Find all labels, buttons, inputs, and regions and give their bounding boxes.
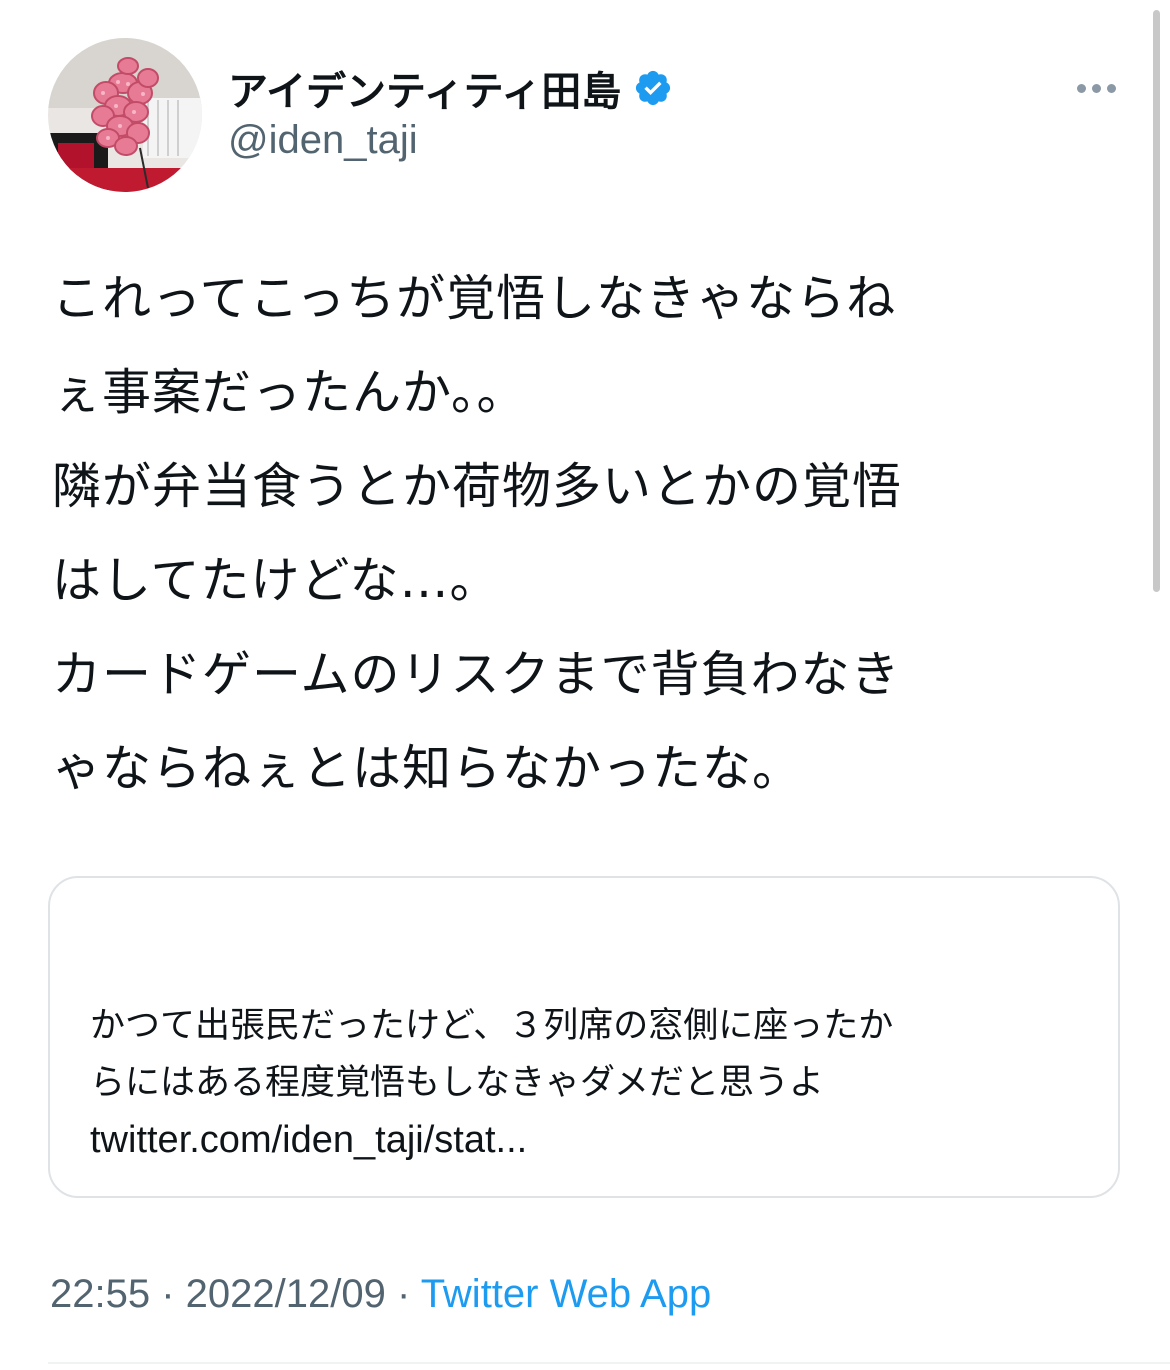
quoted-text-line: かつて出張民だったけど、３列席の窓側に座ったか [90, 1006, 894, 1046]
quoted-tweet-link[interactable]: twitter.com/iden_taji/stat... [90, 1112, 1090, 1169]
tweet-metadata: 22:55 · 2022/12/09 · Twitter Web App [50, 1272, 711, 1317]
verified-badge-icon [636, 70, 671, 106]
tweet-text-line: これってこっちが覚悟しなきゃならね [52, 270, 897, 327]
quoted-text-line: らにはある程度覚悟もしなきゃダメだと思うよ [90, 1063, 824, 1103]
divider [48, 1362, 1170, 1364]
more-options-icon[interactable] [1068, 70, 1124, 106]
tweet-text-line: ゃならねぇとは知らなかったな。 [52, 740, 803, 797]
more-dot [1106, 83, 1116, 93]
author-display-name[interactable]: アイデンティティ田島 [228, 59, 621, 117]
meta-separator: · [150, 1272, 186, 1316]
tweet-time[interactable]: 22:55 [50, 1272, 150, 1316]
tweet-text-line: 隣が弁当食うとか荷物多いとかの覚悟 [52, 458, 903, 515]
tweet-detail: アイデンティティ田島 @iden_taji これってこっちが覚悟しなきゃならね … [0, 0, 1170, 1370]
quoted-tweet-text: かつて出張民だったけど、３列席の窓側に座ったか らにはある程度覚悟もしなきゃダメ… [90, 998, 1090, 1169]
author-handle[interactable]: @iden_taji [228, 118, 418, 163]
scrollbar[interactable] [1153, 10, 1160, 592]
tweet-date[interactable]: 2022/12/09 [186, 1272, 386, 1316]
tweet-text: これってこっちが覚悟しなきゃならね ぇ事案だったんか。。 隣が弁当食うとか荷物多… [52, 252, 1122, 816]
avatar[interactable] [48, 38, 202, 192]
tweet-text-line: カードゲームのリスクまで背負わなき [52, 646, 901, 703]
meta-separator: · [385, 1272, 421, 1316]
tweet-source-link[interactable]: Twitter Web App [421, 1272, 712, 1316]
author-name-row[interactable]: アイデンティティ田島 [228, 60, 673, 116]
quoted-tweet-card[interactable]: かつて出張民だったけど、３列席の窓側に座ったか らにはある程度覚悟もしなきゃダメ… [48, 876, 1120, 1198]
more-dot [1091, 83, 1101, 93]
avatar-image [48, 38, 202, 192]
tweet-text-line: ぇ事案だったんか。。 [52, 364, 527, 421]
more-dot [1076, 83, 1086, 93]
tweet-text-line: はしてたけどな…。 [52, 552, 500, 609]
